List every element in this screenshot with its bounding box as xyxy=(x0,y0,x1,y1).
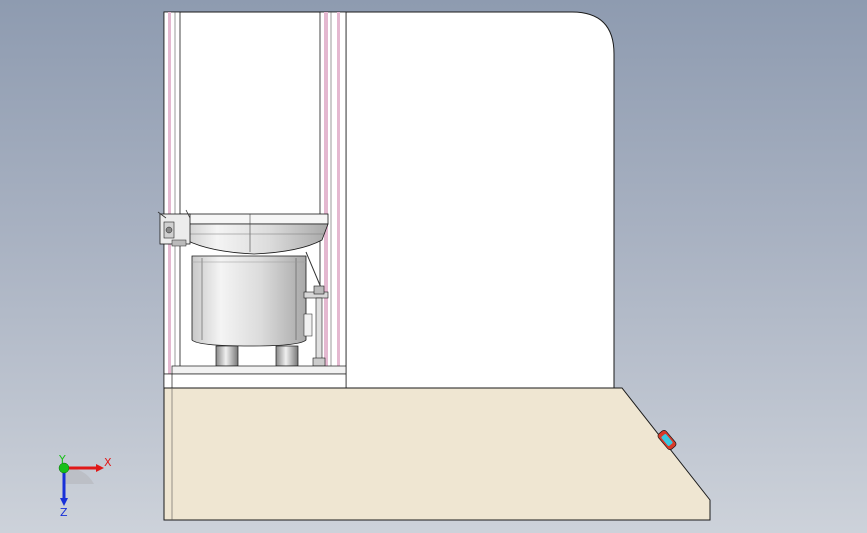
cad-viewport[interactable]: X Y Z xyxy=(0,0,867,533)
bowl-base-plate xyxy=(171,365,347,375)
bowl-base-block xyxy=(163,373,347,389)
feeder-bowl xyxy=(191,255,307,347)
right-column xyxy=(319,11,347,389)
x-axis-label: X xyxy=(104,456,112,469)
cad-model-view[interactable]: X Y Z xyxy=(0,0,867,533)
base-cabinet xyxy=(163,387,711,521)
coordinate-triad: X Y Z xyxy=(58,453,112,519)
y-axis-label: Y xyxy=(58,453,66,466)
z-axis-label: Z xyxy=(60,506,68,519)
side-bracket xyxy=(157,209,191,247)
left-column xyxy=(163,11,181,389)
